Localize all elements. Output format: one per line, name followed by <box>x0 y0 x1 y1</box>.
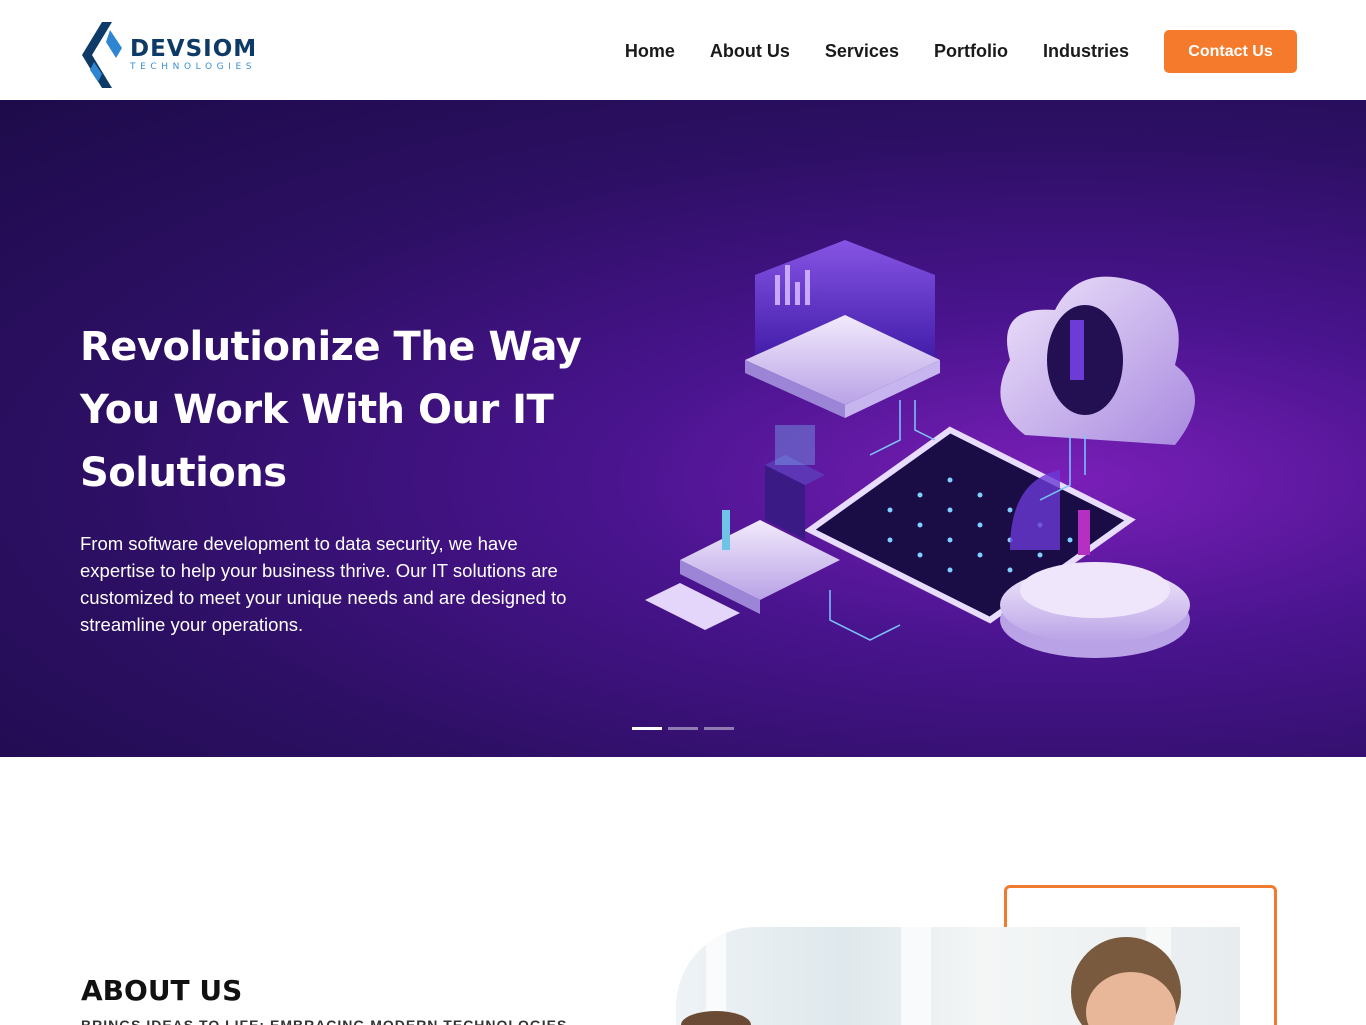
hero-description: From software development to data securi… <box>80 533 567 635</box>
about-subheading: BRINGS IDEAS TO LIFE: EMBRACING MODERN T… <box>81 1018 601 1025</box>
about-team-photo <box>676 927 1240 1025</box>
logo-mark-icon <box>80 22 124 88</box>
slide-dot-1[interactable] <box>632 727 662 730</box>
about-heading: ABOUT US <box>81 974 243 1007</box>
contact-us-button[interactable]: Contact Us <box>1164 30 1297 73</box>
slide-dot-2[interactable] <box>668 727 698 730</box>
logo-name: DEVSIOM <box>130 36 258 62</box>
hero-title: Revolutionize The Way You Work With Our … <box>80 324 582 496</box>
nav-home[interactable]: Home <box>625 41 675 62</box>
nav-services[interactable]: Services <box>825 41 899 62</box>
nav-portfolio[interactable]: Portfolio <box>934 41 1008 62</box>
logo-tagline: TECHNOLOGIES <box>130 62 257 72</box>
site-header: DEVSIOM TECHNOLOGIES Home About Us Servi… <box>0 0 1366 100</box>
logo[interactable]: DEVSIOM TECHNOLOGIES <box>80 22 260 88</box>
slide-dot-3[interactable] <box>704 727 734 730</box>
main-nav: Home About Us Services Portfolio Industr… <box>625 30 1297 73</box>
isometric-it-illustration <box>645 240 1195 658</box>
nav-industries[interactable]: Industries <box>1043 41 1129 62</box>
nav-about-us[interactable]: About Us <box>710 41 790 62</box>
slider-dots <box>632 727 740 730</box>
hero-banner: Revolutionize The Way You Work With Our … <box>0 100 1366 757</box>
